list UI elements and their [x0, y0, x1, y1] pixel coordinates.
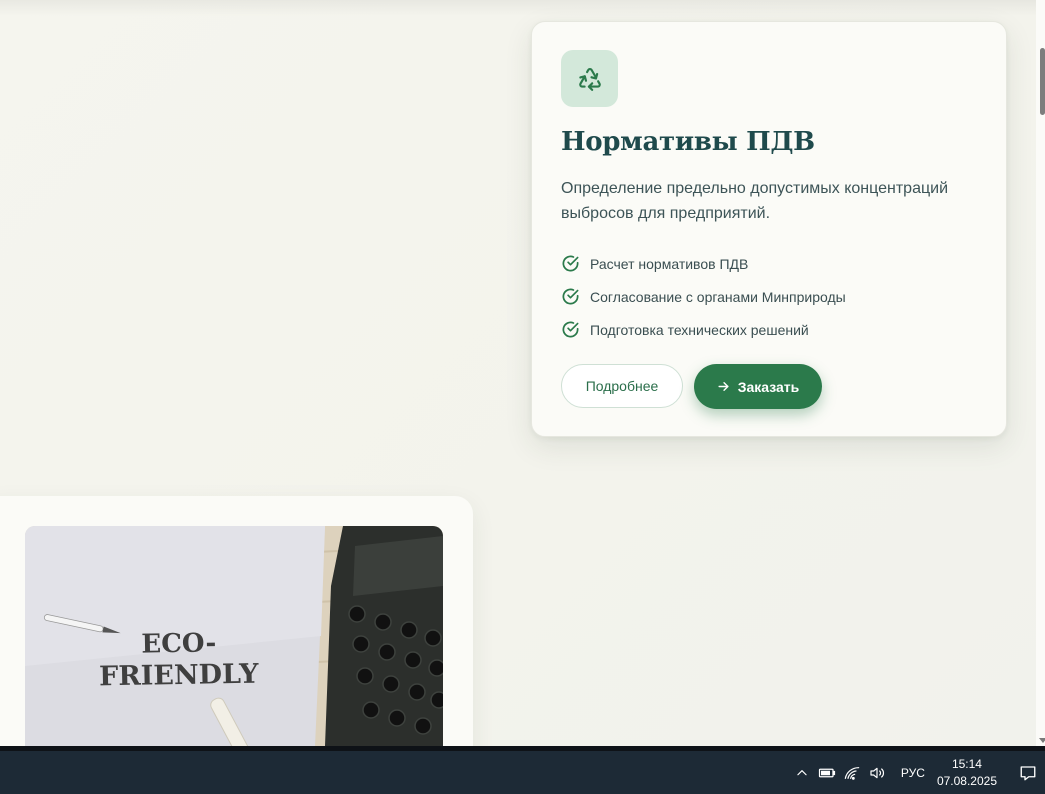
- notification-icon[interactable]: [1011, 751, 1045, 794]
- browser-viewport: Нормативы ПДВ Определение предельно допу…: [0, 0, 1036, 746]
- eco-friendly-image: ECO- FRIENDLY: [25, 526, 443, 746]
- check-circle-icon: [561, 320, 580, 339]
- clock-time: 15:14: [951, 756, 982, 771]
- volume-icon[interactable]: [866, 762, 888, 784]
- eco-text-line1: ECO-: [141, 628, 216, 659]
- arrow-right-icon: [717, 380, 730, 393]
- wifi-icon[interactable]: [841, 762, 863, 784]
- recycle-icon: [561, 50, 618, 107]
- feature-label: Расчет нормативов ПДВ: [590, 255, 749, 272]
- order-button[interactable]: Заказать: [694, 364, 822, 409]
- more-button-label: Подробнее: [585, 378, 659, 394]
- chevron-up-icon[interactable]: [791, 762, 813, 784]
- battery-icon[interactable]: [816, 762, 838, 784]
- vertical-scrollbar[interactable]: [1036, 0, 1045, 746]
- clock[interactable]: 15:14 07.08.2025: [937, 756, 997, 790]
- order-button-label: Заказать: [737, 378, 800, 395]
- feature-list: Расчет нормативов ПДВ Согласование с орг…: [561, 247, 846, 346]
- more-button[interactable]: Подробнее: [561, 364, 683, 408]
- feature-item: Согласование с органами Минприроды: [561, 280, 846, 313]
- card-description: Определение предельно допустимых концент…: [561, 180, 948, 222]
- scrollbar-thumb[interactable]: [1040, 48, 1045, 115]
- page: Нормативы ПДВ Определение предельно допу…: [0, 0, 1045, 794]
- header-shadow: [0, 0, 1036, 16]
- scroll-down-arrow-icon[interactable]: [1039, 738, 1045, 743]
- check-circle-icon: [561, 254, 580, 273]
- service-card: Нормативы ПДВ Определение предельно допу…: [531, 21, 1007, 437]
- taskbar: РУС 15:14 07.08.2025: [0, 746, 1045, 794]
- eco-text-line2: FRIENDLY: [99, 659, 260, 693]
- check-circle-icon: [561, 287, 580, 306]
- language-indicator[interactable]: РУС: [901, 766, 925, 780]
- feature-item: Подготовка технических решений: [561, 313, 846, 346]
- feature-label: Подготовка технических решений: [590, 321, 809, 338]
- clock-date: 07.08.2025: [936, 773, 997, 788]
- system-tray: РУС 15:14 07.08.2025: [791, 751, 1045, 794]
- card-title: Нормативы ПДВ: [561, 127, 815, 157]
- feature-label: Согласование с органами Минприроды: [590, 288, 846, 305]
- feature-item: Расчет нормативов ПДВ: [561, 247, 846, 280]
